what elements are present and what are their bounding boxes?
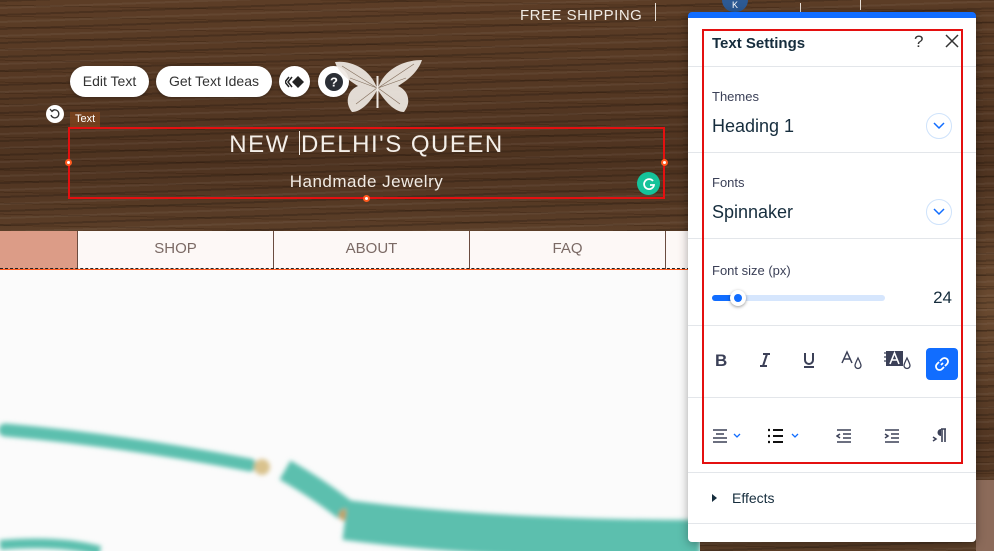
resize-handle-right[interactable] xyxy=(661,159,668,166)
grammarly-icon xyxy=(642,177,655,190)
butterfly-logo xyxy=(335,60,422,112)
annotation-highlight-box xyxy=(702,29,963,464)
site-nav: SHOP ABOUT FAQ xyxy=(0,231,700,269)
nav-item-about[interactable]: ABOUT xyxy=(273,231,469,269)
header-divider xyxy=(655,3,656,21)
selection-box[interactable] xyxy=(68,127,665,199)
nav-item-shop[interactable]: SHOP xyxy=(77,231,273,269)
effects-section-toggle[interactable]: Effects xyxy=(732,490,775,506)
necklace-photo xyxy=(0,270,700,551)
resize-handle-left[interactable] xyxy=(65,159,72,166)
divider xyxy=(688,523,976,524)
undo-icon xyxy=(49,108,60,119)
animation-icon xyxy=(284,75,304,88)
page-background-strip xyxy=(976,480,994,551)
resize-handle-bottom[interactable] xyxy=(363,195,370,202)
header-divider xyxy=(860,0,861,10)
get-text-ideas-button[interactable]: Get Text Ideas xyxy=(156,66,272,97)
nav-item-faq[interactable]: FAQ xyxy=(469,231,665,269)
nav-item-home[interactable] xyxy=(0,231,77,269)
free-shipping-banner: FREE SHIPPING xyxy=(520,7,643,24)
expand-triangle-icon xyxy=(712,494,717,502)
element-type-tag: Text xyxy=(70,112,101,127)
reset-button[interactable] xyxy=(46,105,64,123)
grammarly-button[interactable] xyxy=(637,172,660,195)
edit-text-button[interactable]: Edit Text xyxy=(70,66,149,97)
necklace-image xyxy=(0,423,700,551)
animation-button[interactable] xyxy=(279,66,310,97)
divider xyxy=(688,472,976,473)
